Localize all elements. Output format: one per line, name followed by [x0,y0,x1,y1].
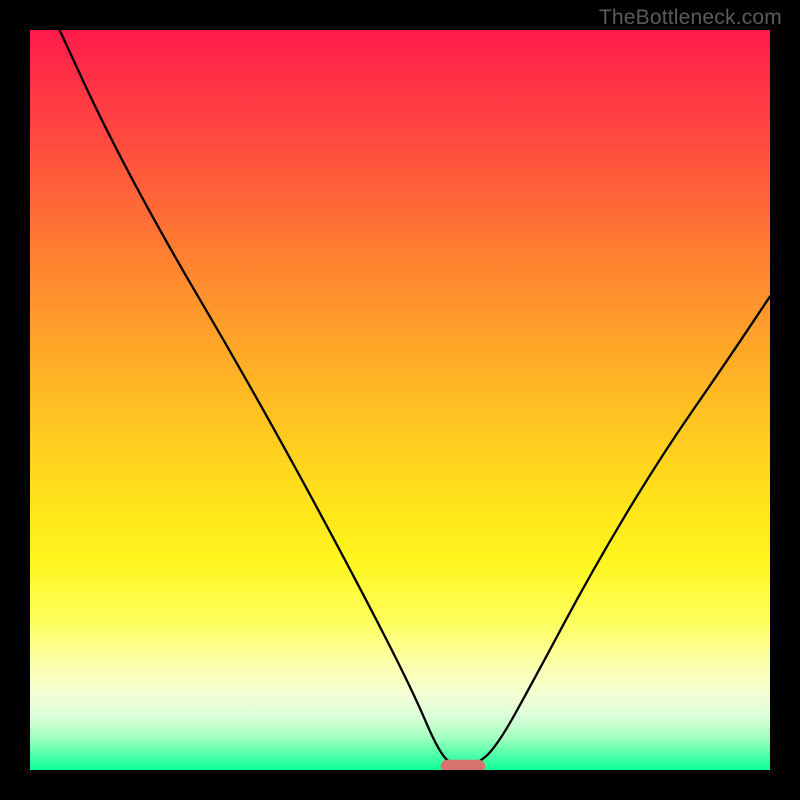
attribution-text: TheBottleneck.com [599,6,782,30]
bottleneck-curve [30,30,770,770]
optimum-marker [441,760,485,770]
chart-frame: TheBottleneck.com [0,0,800,800]
plot-area [30,30,770,770]
